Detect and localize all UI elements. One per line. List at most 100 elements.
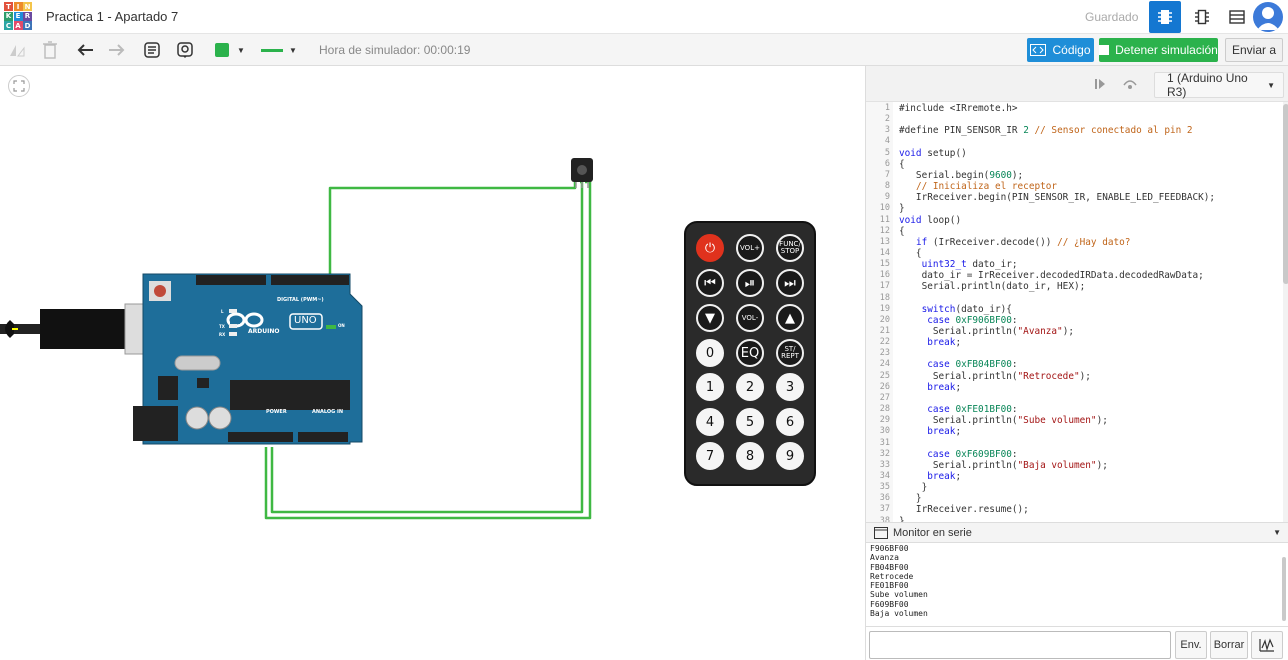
stop-simulation-button[interactable]: Detener simulación bbox=[1099, 38, 1218, 62]
stop-icon bbox=[1099, 45, 1110, 55]
code-button-label: Código bbox=[1052, 43, 1091, 57]
project-title[interactable]: Practica 1 - Apartado 7 bbox=[46, 9, 178, 24]
remote-button[interactable]: ▼ bbox=[696, 304, 724, 332]
send-to-button[interactable]: Enviar a bbox=[1225, 38, 1283, 62]
wire-swatch bbox=[261, 48, 284, 52]
remote-button[interactable]: 1 bbox=[696, 373, 724, 401]
inspect-icon[interactable] bbox=[173, 38, 197, 62]
code-line: break; bbox=[927, 337, 962, 349]
logo-letter: C bbox=[4, 21, 13, 30]
circuit-view-button[interactable] bbox=[1149, 1, 1181, 33]
serial-monitor-output: F906BF00 Avanza FB04BF00 Retrocede FE01BF00 S… bbox=[866, 543, 1288, 626]
remote-button[interactable]: VOL- bbox=[736, 304, 764, 332]
remote-button[interactable]: 9 bbox=[776, 442, 804, 470]
tinkercad-logo[interactable]: TIN KER CAD bbox=[4, 2, 32, 30]
remote-button[interactable]: ▲ bbox=[776, 304, 804, 332]
logo-letter: N bbox=[23, 2, 32, 11]
line-number: 16 bbox=[879, 270, 890, 281]
plotter-button[interactable] bbox=[1251, 631, 1283, 659]
code-line: break; bbox=[927, 470, 962, 482]
chevron-down-icon[interactable]: ▼ bbox=[1273, 528, 1281, 537]
undo-icon[interactable] bbox=[74, 38, 98, 62]
chip-icon bbox=[1158, 10, 1172, 24]
editor-toolbar: ▼ ▼ Hora de simulador: 00:00:19 Código D… bbox=[0, 34, 1288, 66]
code-line: } bbox=[899, 493, 922, 505]
saved-status: Guardado bbox=[1085, 10, 1139, 24]
on-led-label: ON bbox=[338, 323, 345, 328]
code-button[interactable]: Código bbox=[1027, 38, 1094, 62]
remote-button[interactable]: 2 bbox=[736, 373, 764, 401]
debugger-icon[interactable] bbox=[1122, 77, 1138, 94]
code-line: case 0xFE01BF00: bbox=[927, 404, 1018, 416]
line-number: 34 bbox=[879, 470, 890, 481]
remote-button[interactable]: 8 bbox=[736, 442, 764, 470]
remote-button[interactable]: ⏯ bbox=[736, 269, 764, 297]
remote-button[interactable]: 5 bbox=[736, 408, 764, 436]
send-serial-button[interactable]: Env. bbox=[1175, 631, 1207, 659]
remote-button[interactable]: 4 bbox=[696, 408, 724, 436]
tx-led-label: TX bbox=[219, 324, 225, 329]
remote-button[interactable]: ST/ REPT bbox=[776, 339, 804, 367]
serial-output-line: F906BF00 bbox=[870, 544, 909, 553]
remote-button[interactable]: ⏮ bbox=[696, 269, 724, 297]
serial-output-line: F609BF00 bbox=[870, 599, 909, 609]
serial-monitor-label: Monitor en serie bbox=[893, 527, 972, 539]
remote-button[interactable]: 7 bbox=[696, 442, 724, 470]
logo-letter: R bbox=[23, 11, 32, 21]
board-select[interactable]: 1 (Arduino Uno R3) ▼ bbox=[1154, 71, 1284, 99]
wire-type-picker[interactable]: ▼ bbox=[256, 38, 302, 62]
code-line: { bbox=[899, 158, 905, 170]
serial-input-row: Env. Borrar bbox=[866, 626, 1288, 660]
line-number: 37 bbox=[879, 504, 890, 515]
editor-scrollbar[interactable] bbox=[1283, 102, 1288, 522]
code-icon bbox=[1030, 44, 1047, 56]
user-avatar[interactable] bbox=[1253, 2, 1283, 32]
serial-monitor-header[interactable]: Monitor en serie ▼ bbox=[866, 522, 1288, 543]
line-number: 5 bbox=[884, 147, 890, 158]
line-number: 9 bbox=[884, 192, 890, 203]
remote-button[interactable]: 3 bbox=[776, 373, 804, 401]
line-number: 32 bbox=[879, 448, 890, 459]
code-line: case 0xF906BF00: bbox=[927, 314, 1018, 326]
line-number: 31 bbox=[879, 437, 890, 448]
line-number: 19 bbox=[879, 303, 890, 314]
remote-button[interactable]: ⏻ bbox=[696, 234, 724, 262]
schematic-view-button[interactable] bbox=[1186, 1, 1218, 33]
step-debug-icon[interactable] bbox=[1094, 78, 1106, 93]
delete-icon[interactable] bbox=[38, 38, 62, 62]
circuit-canvas[interactable]: ARDUINO UNO DIGITAL (PWM~) POWER ANALOG … bbox=[0, 66, 865, 660]
line-number: 25 bbox=[879, 370, 890, 381]
circuit-drawing bbox=[0, 158, 816, 520]
remote-button[interactable]: 0 bbox=[696, 339, 724, 367]
rx-led-label: RX bbox=[219, 332, 226, 337]
serial-output-line: FB04BF00 bbox=[870, 562, 909, 572]
code-line: Serial.begin(9600); bbox=[899, 169, 1024, 181]
line-number: 24 bbox=[879, 359, 890, 370]
code-line: Serial.println("Retrocede"); bbox=[899, 370, 1091, 382]
clear-serial-button[interactable]: Borrar bbox=[1210, 631, 1248, 659]
redo-icon[interactable] bbox=[104, 38, 128, 62]
logo-letter: K bbox=[4, 11, 13, 21]
chevron-down-icon: ▼ bbox=[237, 45, 245, 55]
serial-input[interactable] bbox=[869, 631, 1171, 659]
code-line: } bbox=[899, 203, 905, 215]
line-number: 28 bbox=[879, 404, 890, 415]
component-list-button[interactable] bbox=[1221, 1, 1253, 33]
remote-button[interactable]: ⏭ bbox=[776, 269, 804, 297]
code-editor[interactable]: 1 2 3 4 5 6 7 8 9 10 11 12 13 14 15 16 17 18 19 20 21 22 23 24 2… bbox=[866, 102, 1288, 522]
notes-icon[interactable] bbox=[140, 38, 164, 62]
remote-button[interactable]: FUNC/ STOP bbox=[776, 234, 804, 262]
remote-button[interactable]: EQ bbox=[736, 339, 764, 367]
serial-scrollbar[interactable] bbox=[1280, 543, 1288, 626]
remote-button[interactable]: VOL+ bbox=[736, 234, 764, 262]
serial-output-line: Baja volumen bbox=[870, 609, 928, 619]
code-line: IrReceiver.resume(); bbox=[899, 504, 1029, 516]
color-picker[interactable]: ▼ bbox=[210, 38, 250, 62]
code-line: Serial.println("Sube volumen"); bbox=[899, 415, 1108, 427]
user-icon bbox=[1257, 7, 1279, 30]
remote-button[interactable]: 6 bbox=[776, 408, 804, 436]
rotate-icon[interactable] bbox=[6, 38, 30, 62]
line-number: 33 bbox=[879, 459, 890, 470]
code-line: Serial.println("Baja volumen"); bbox=[899, 459, 1108, 471]
line-number: 30 bbox=[879, 426, 890, 437]
